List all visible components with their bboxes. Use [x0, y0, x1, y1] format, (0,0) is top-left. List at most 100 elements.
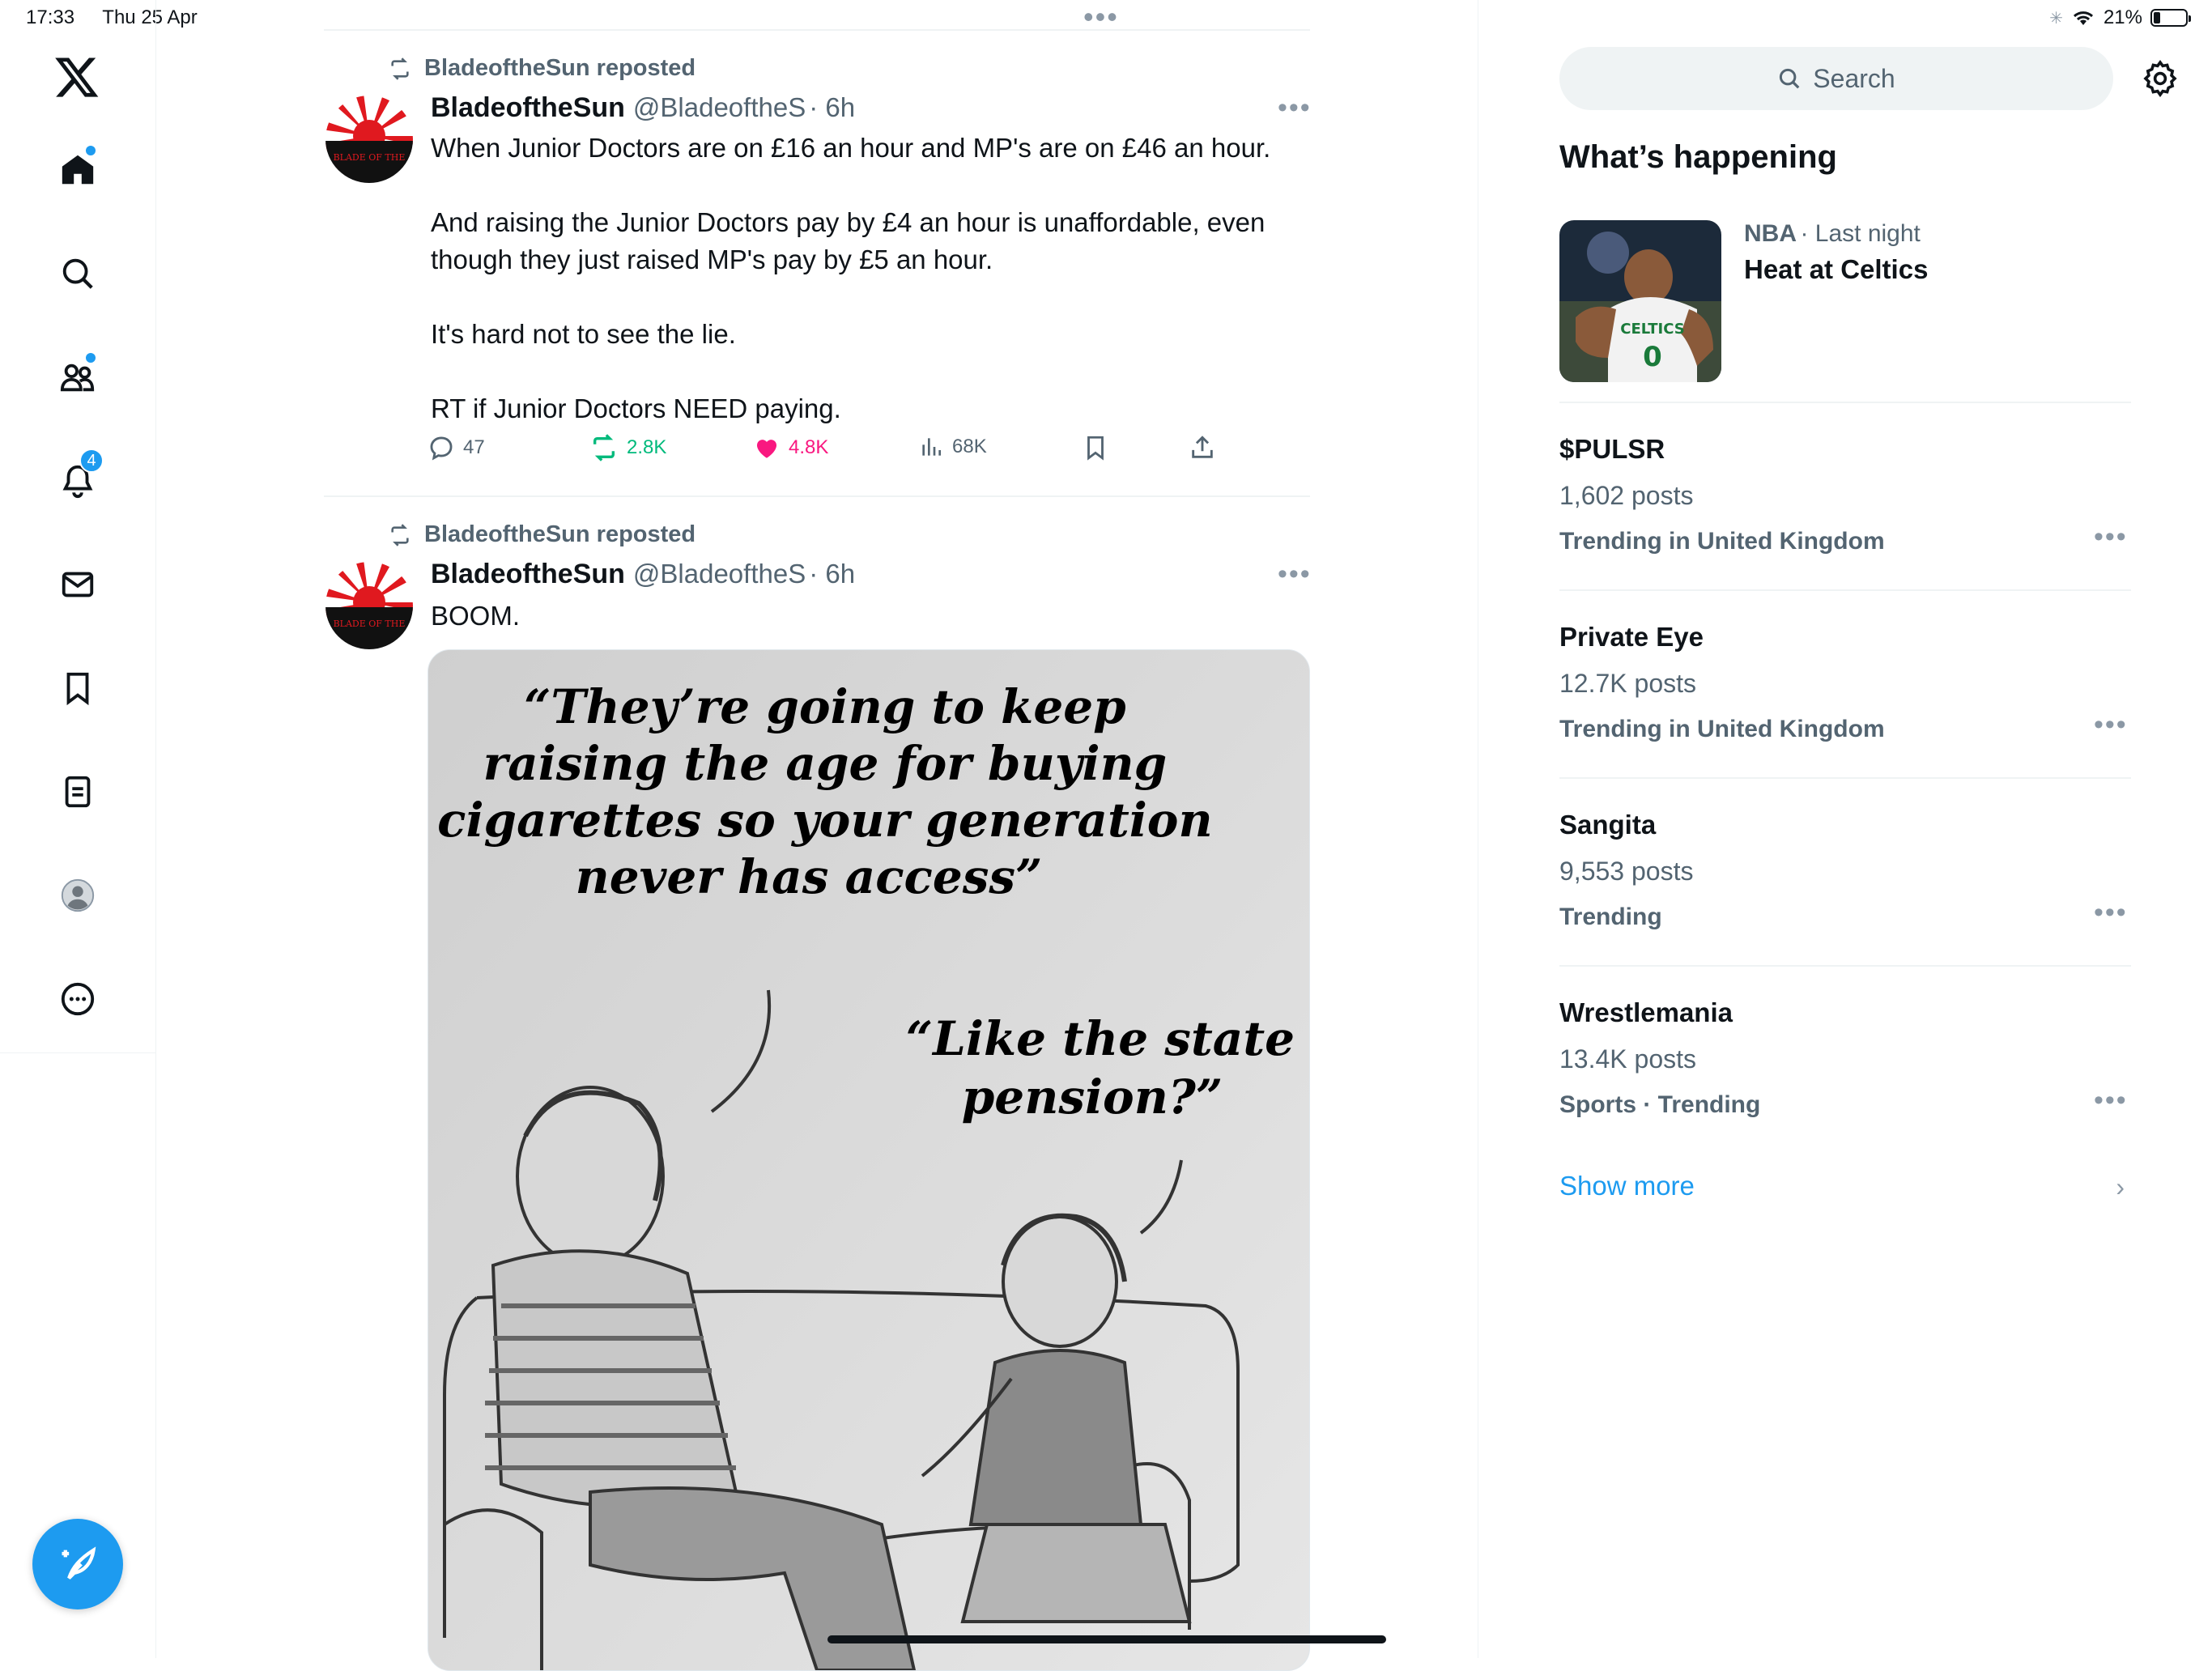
trend-more-icon[interactable]: ••• — [2094, 1085, 2128, 1116]
show-more-link[interactable]: Show more › — [1559, 1171, 2131, 1211]
bookmark-button[interactable] — [1082, 434, 1109, 461]
tweet-more-icon[interactable]: ••• — [1278, 92, 1312, 124]
trend-divider — [1559, 402, 2131, 403]
trend-more-icon[interactable]: ••• — [2094, 897, 2128, 929]
repost-count: 2.8K — [627, 436, 667, 458]
settings-button[interactable] — [2141, 58, 2181, 99]
search-input[interactable]: Search — [1559, 47, 2113, 110]
tweet-header: BladeoftheSun @BladeoftheS · 6h — [431, 92, 855, 124]
tweet-image[interactable]: “They’re going to keep raising the age f… — [428, 649, 1310, 1671]
nav-more[interactable] — [53, 975, 102, 1023]
section-title: What’s happening — [1559, 139, 1837, 175]
tweet[interactable]: BladeoftheSun reposted BLADE OF THE Blad… — [324, 497, 1312, 1671]
tweet-text: BOOM. — [431, 601, 521, 631]
avatar[interactable]: BLADE OF THE — [325, 562, 413, 649]
share-icon — [1192, 436, 1213, 458]
trend-item[interactable]: Wrestlemania 13.4K posts Sports · Trendi… — [1559, 997, 2131, 1135]
trend-subtitle: Trending in United Kingdom — [1559, 528, 1885, 555]
trend-divider — [1559, 965, 2131, 967]
trend-posts: 9,553 posts — [1559, 857, 1694, 886]
repost-icon — [391, 523, 409, 546]
wifi-icon — [2073, 11, 2093, 25]
search-icon — [62, 258, 93, 289]
avatar[interactable]: BLADE OF THE — [325, 96, 413, 183]
trend-item[interactable]: Sangita 9,553 posts Trending ••• — [1559, 810, 2131, 947]
user-handle[interactable]: @BladeoftheS — [633, 559, 806, 589]
repost-icon — [593, 434, 615, 461]
cartoon-illustration: “They’re going to keep raising the age f… — [428, 650, 1309, 1670]
trend-more-icon[interactable]: ••• — [2094, 709, 2128, 741]
nav-messages[interactable] — [53, 560, 102, 609]
tweet-more-icon[interactable]: ••• — [1278, 559, 1312, 590]
sidebar-divider — [0, 1052, 155, 1053]
reply-icon — [430, 436, 453, 461]
tweet-time[interactable]: · 6h — [809, 559, 855, 589]
caption-line-1: “They’re going to keep — [524, 679, 1126, 734]
avatar-text: BLADE OF THE — [334, 152, 406, 163]
featured-category: NBA — [1744, 220, 1797, 247]
nav-profile[interactable] — [53, 871, 102, 920]
display-name[interactable]: BladeoftheSun — [431, 559, 625, 589]
display-name[interactable]: BladeoftheSun — [431, 92, 625, 123]
featured-trend[interactable]: CELTICS 0 NBA · Last night Heat at Celti… — [1559, 220, 2131, 382]
trend-more-icon[interactable]: ••• — [2094, 521, 2128, 553]
compose-button[interactable] — [32, 1519, 123, 1609]
like-button[interactable]: 4.8K — [753, 434, 828, 461]
nav-bookmarks[interactable] — [53, 664, 102, 712]
timeline: ••• BladeoftheSun reposted BLADE OF THE … — [324, 0, 1312, 1671]
views-button[interactable]: 68K — [918, 434, 987, 460]
heart-icon — [756, 440, 777, 458]
nav-notifications[interactable]: 4 — [53, 449, 104, 505]
views-count: 68K — [952, 436, 987, 457]
share-button[interactable] — [1189, 434, 1216, 461]
trend-posts: 1,602 posts — [1559, 481, 1694, 510]
repost-indicator: BladeoftheSun reposted — [387, 55, 696, 82]
communities-notification-dot — [86, 353, 96, 363]
nav-explore[interactable] — [53, 249, 102, 298]
show-more-label: Show more — [1559, 1171, 1695, 1201]
repost-button[interactable]: 2.8K — [589, 434, 666, 461]
svg-text:0: 0 — [1643, 341, 1662, 373]
repost-label: BladeoftheSun reposted — [424, 521, 696, 547]
tweet-text: When Junior Doctors are on £16 an hour a… — [431, 133, 1271, 423]
repost-indicator: BladeoftheSun reposted — [387, 521, 696, 548]
nav-communities[interactable] — [53, 353, 102, 402]
battery-percent: 21% — [2103, 6, 2142, 28]
nav-lists[interactable] — [53, 767, 102, 816]
search-placeholder: Search — [1813, 63, 1895, 93]
repost-label: BladeoftheSun reposted — [424, 55, 696, 81]
home-icon — [62, 155, 94, 185]
notifications-badge: 4 — [79, 449, 104, 473]
reply-button[interactable]: 47 — [428, 434, 485, 461]
trend-title: Private Eye — [1559, 622, 1704, 652]
more-icon — [61, 982, 95, 1016]
status-bar-right: ✳ 21% — [2049, 6, 2191, 29]
reply-count: 47 — [463, 436, 485, 458]
repost-icon — [391, 57, 409, 80]
messages-icon — [62, 572, 94, 597]
user-handle[interactable]: @BladeoftheS — [633, 92, 806, 122]
tweet-header: BladeoftheSun @BladeoftheS · 6h — [431, 559, 855, 590]
trend-posts: 13.4K posts — [1559, 1044, 1696, 1074]
partial-tweet-actions: ••• — [324, 0, 1310, 33]
loading-icon: ✳ — [2049, 9, 2063, 28]
trend-item[interactable]: $PULSR 1,602 posts Trending in United Ki… — [1559, 434, 2131, 572]
compose-icon — [62, 1546, 96, 1580]
gear-icon — [2143, 59, 2177, 98]
trend-item[interactable]: Private Eye 12.7K posts Trending in Unit… — [1559, 622, 2131, 759]
home-notification-dot — [86, 146, 96, 155]
jersey-text: CELTICS — [1620, 321, 1684, 338]
chevron-right-icon: › — [2116, 1172, 2125, 1201]
tweet[interactable]: BladeoftheSun reposted BLADE OF THE Blad… — [324, 29, 1310, 495]
trend-divider — [1559, 589, 2131, 591]
trend-title: Wrestlemania — [1559, 997, 1733, 1027]
trend-posts: 12.7K posts — [1559, 669, 1696, 698]
trend-subtitle: Sports · Trending — [1559, 1091, 1761, 1118]
battery-icon — [2150, 9, 2191, 27]
search-icon — [1780, 68, 1800, 89]
nav-home[interactable] — [53, 146, 102, 194]
trend-title: $PULSR — [1559, 434, 1665, 464]
views-icon — [922, 438, 941, 456]
x-logo[interactable] — [53, 53, 102, 102]
tweet-time[interactable]: · 6h — [809, 92, 855, 122]
